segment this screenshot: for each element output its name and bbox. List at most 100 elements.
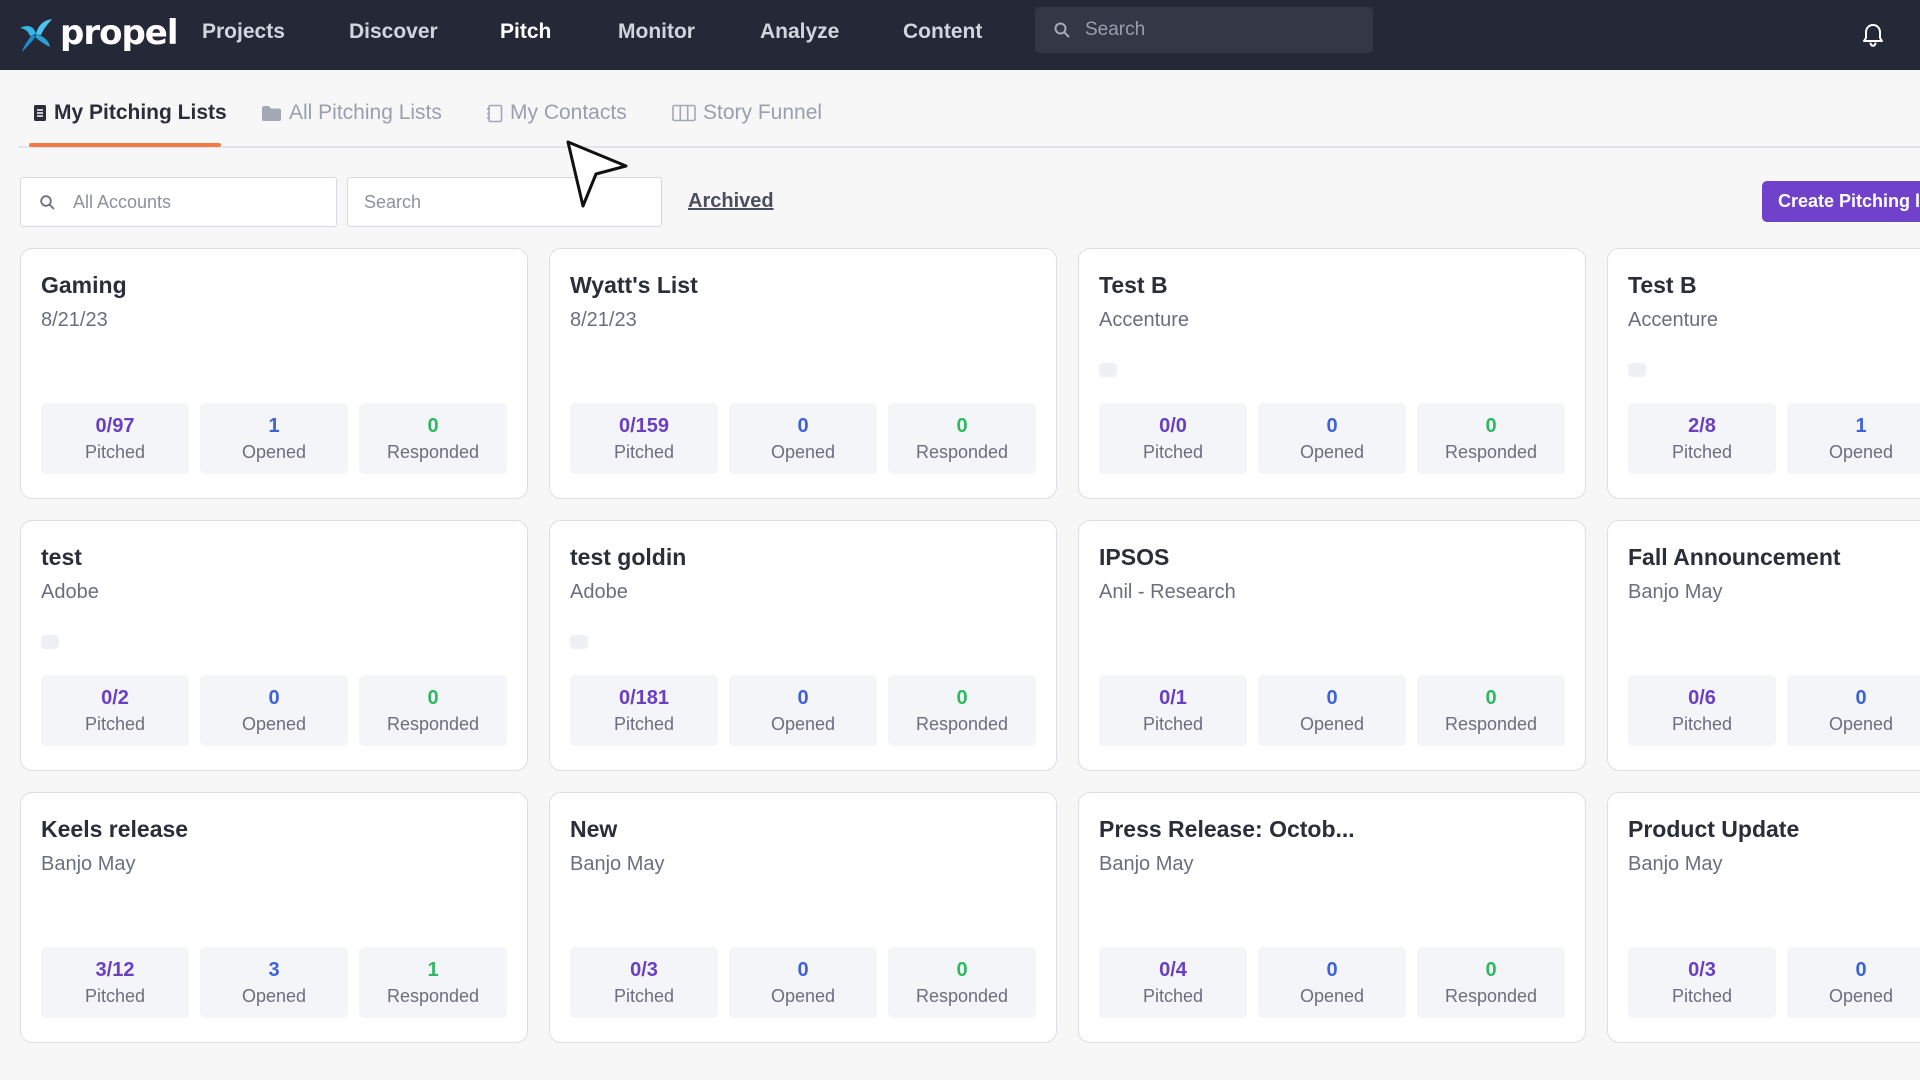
opened-count: 0 [1855, 687, 1867, 709]
pitched-label: Pitched [1671, 986, 1733, 1006]
pitched-label: Pitched [1142, 986, 1204, 1006]
opened-label: Opened [770, 714, 836, 734]
account-logo-placeholder [1628, 363, 1646, 377]
card-title: Test B [1628, 272, 1697, 298]
opened-label: Opened [241, 986, 307, 1006]
pitched-label: Pitched [1671, 442, 1733, 462]
pitched-label: Pitched [84, 714, 146, 734]
responded-count: 1 [427, 959, 439, 981]
opened-stat: 0 Opened [1258, 403, 1406, 474]
pitched-stat: 0/3 Pitched [1628, 947, 1776, 1018]
pitched-count: 0/3 [630, 959, 658, 981]
pitching-list-card[interactable]: Fall Announcement Banjo May 0/6 Pitched 0… [1607, 520, 1920, 771]
responded-label: Responded [915, 442, 1009, 462]
pitched-label: Pitched [1142, 714, 1204, 734]
card-title: test [41, 544, 82, 570]
responded-label: Responded [1444, 714, 1538, 734]
pitched-label: Pitched [84, 442, 146, 462]
pitched-count: 0/159 [618, 415, 670, 437]
pitching-list-card[interactable]: Gaming 8/21/23 0/97 Pitched 1 Opened 0 Resp… [20, 248, 528, 499]
responded-stat: 0 Responded [1417, 947, 1565, 1018]
opened-stat: 0 Opened [1787, 675, 1920, 746]
responded-stat: 0 Responded [1417, 403, 1565, 474]
pitching-list-card[interactable]: Press Release: Octob... Banjo May 0/4 Pit… [1078, 792, 1586, 1043]
account-logo-placeholder [1099, 363, 1117, 377]
pitching-list-card[interactable]: New Banjo May 0/3 Pitched 0 Opened 0 Respon… [549, 792, 1057, 1043]
responded-stat: 0 Responded [1417, 675, 1565, 746]
pitching-list-card[interactable]: Product Update Banjo May 0/3 Pitched 0 Ope… [1607, 792, 1920, 1043]
opened-count: 1 [1855, 415, 1867, 437]
pitching-list-card[interactable]: IPSOS Anil - Research 0/1 Pitched 0 Opened… [1078, 520, 1586, 771]
card-subtitle: Accenture [1099, 309, 1190, 331]
responded-count: 0 [1485, 687, 1497, 709]
card-subtitle: Adobe [570, 581, 628, 603]
opened-label: Opened [1828, 986, 1894, 1006]
opened-label: Opened [1828, 714, 1894, 734]
card-subtitle: Banjo May [41, 853, 136, 875]
responded-label: Responded [386, 714, 480, 734]
pitched-stat: 2/8 Pitched [1628, 403, 1776, 474]
opened-label: Opened [1299, 714, 1365, 734]
pitching-list-card[interactable]: Wyatt's List 8/21/23 0/159 Pitched 0 Opene… [549, 248, 1057, 499]
pitching-list-card[interactable]: Keels release Banjo May 3/12 Pitched 3 Ope… [20, 792, 528, 1043]
card-subtitle: 8/21/23 [570, 309, 637, 331]
card-title: Product Update [1628, 816, 1800, 842]
pitched-stat: 0/2 Pitched [41, 675, 189, 746]
pitched-stat: 0/1 Pitched [1099, 675, 1247, 746]
pitched-stat: 0/6 Pitched [1628, 675, 1776, 746]
pitched-count: 3/12 [95, 959, 135, 981]
responded-stat: 0 Responded [888, 403, 1036, 474]
pitching-list-card[interactable]: test goldin Adobe 0/181 Pitched 0 Opened 0… [549, 520, 1057, 771]
account-logo-placeholder [41, 635, 59, 649]
mouse-pointer-icon [566, 140, 628, 208]
opened-stat: 0 Opened [1258, 947, 1406, 1018]
opened-count: 0 [1326, 959, 1338, 981]
opened-label: Opened [1828, 442, 1894, 462]
responded-count: 0 [427, 687, 439, 709]
opened-count: 1 [268, 415, 280, 437]
pitched-count: 0/6 [1688, 687, 1716, 709]
opened-stat: 0 Opened [200, 675, 348, 746]
responded-stat: 0 Responded [888, 675, 1036, 746]
responded-count: 0 [956, 687, 968, 709]
pitched-count: 2/8 [1688, 415, 1716, 437]
pitched-label: Pitched [1671, 714, 1733, 734]
pitched-stat: 0/159 Pitched [570, 403, 718, 474]
pitched-count: 0/3 [1688, 959, 1716, 981]
pitched-stat: 0/3 Pitched [570, 947, 718, 1018]
card-title: Press Release: Octob... [1099, 816, 1355, 842]
card-subtitle: Accenture [1628, 309, 1719, 331]
pitched-label: Pitched [84, 986, 146, 1006]
opened-label: Opened [1299, 986, 1365, 1006]
responded-stat: 0 Responded [888, 947, 1036, 1018]
pitched-count: 0/0 [1159, 415, 1187, 437]
opened-count: 0 [268, 687, 280, 709]
pitched-stat: 0/97 Pitched [41, 403, 189, 474]
card-title: New [570, 816, 618, 842]
pitched-stat: 0/181 Pitched [570, 675, 718, 746]
pitched-label: Pitched [613, 442, 675, 462]
opened-count: 0 [1326, 415, 1338, 437]
responded-label: Responded [386, 442, 480, 462]
pitched-label: Pitched [1142, 442, 1204, 462]
opened-label: Opened [241, 442, 307, 462]
opened-stat: 0 Opened [729, 675, 877, 746]
pitched-count: 0/4 [1159, 959, 1187, 981]
pitched-stat: 3/12 Pitched [41, 947, 189, 1018]
card-title: Fall Announcement [1628, 544, 1841, 570]
pitching-list-card[interactable]: Test B Accenture 2/8 Pitched 1 Opened [1607, 248, 1920, 499]
opened-count: 0 [1855, 959, 1867, 981]
pitching-list-grid: Gaming 8/21/23 0/97 Pitched 1 Opened 0 Resp… [0, 0, 1920, 1080]
card-title: Test B [1099, 272, 1168, 298]
card-title: IPSOS [1099, 544, 1170, 570]
opened-stat: 0 Opened [729, 947, 877, 1018]
pitching-list-card[interactable]: test Adobe 0/2 Pitched 0 Opened 0 Responded [20, 520, 528, 771]
card-title: Gaming [41, 272, 127, 298]
card-subtitle: Banjo May [1628, 581, 1723, 603]
responded-count: 0 [956, 959, 968, 981]
pitching-list-card[interactable]: Test B Accenture 0/0 Pitched 0 Opened 0 Res… [1078, 248, 1586, 499]
responded-label: Responded [915, 986, 1009, 1006]
responded-stat: 0 Responded [359, 403, 507, 474]
pitched-label: Pitched [613, 986, 675, 1006]
opened-count: 0 [1326, 687, 1338, 709]
